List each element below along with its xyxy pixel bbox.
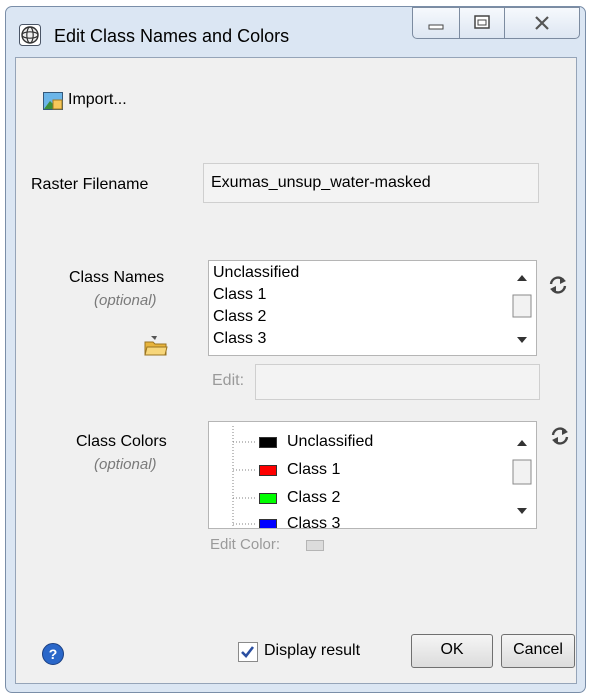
class-colors-scrollbar[interactable] (510, 422, 534, 528)
scroll-thumb[interactable] (512, 294, 532, 318)
class-name-edit-field[interactable] (255, 364, 540, 400)
class-name-item[interactable]: Class 1 (213, 285, 266, 305)
scroll-up-arrow[interactable] (517, 275, 527, 281)
class-names-label: Class Names (69, 269, 165, 286)
class-color-item[interactable]: Class 3 (287, 514, 340, 528)
class-name-item[interactable]: Unclassified (213, 263, 299, 283)
class-color-item[interactable]: Class 1 (287, 460, 340, 480)
display-result-label: Display result (264, 642, 361, 659)
color-swatch (259, 519, 277, 528)
edit-label: Edit: (212, 372, 245, 389)
edit-color-label: Edit Color: (210, 536, 281, 553)
color-swatch (259, 437, 277, 448)
class-name-item[interactable]: Class 3 (213, 329, 266, 349)
help-icon[interactable]: ? (41, 642, 65, 671)
color-swatch (259, 465, 277, 476)
scroll-down-arrow[interactable] (517, 508, 527, 514)
class-names-list[interactable]: Unclassified Class 1 Class 2 Class 3 (208, 260, 537, 356)
dialog-window: Edit Class Names and Colors Import... Ra… (5, 6, 586, 693)
scroll-thumb[interactable] (512, 459, 532, 485)
window-title: Edit Class Names and Colors (54, 26, 290, 46)
cancel-button[interactable]: Cancel (501, 634, 575, 668)
raster-filename-field: Exumas_unsup_water-masked (203, 163, 539, 203)
app-globe-icon (19, 24, 41, 46)
class-names-optional: (optional) (94, 292, 157, 309)
svg-text:?: ? (49, 646, 58, 662)
title-bar[interactable]: Edit Class Names and Colors (6, 7, 585, 63)
ok-button[interactable]: OK (411, 634, 493, 668)
import-image-icon (43, 91, 63, 116)
maximize-icon (474, 15, 490, 29)
dialog-body: Import... Raster Filename Exumas_unsup_w… (15, 57, 577, 684)
display-result-checkbox[interactable]: Display result (238, 639, 398, 665)
class-colors-optional: (optional) (94, 456, 157, 473)
class-colors-label: Class Colors (76, 433, 167, 450)
close-icon (535, 16, 549, 30)
close-button[interactable] (504, 7, 580, 39)
minimize-icon (428, 24, 444, 30)
import-button[interactable]: Import... (43, 88, 153, 114)
minimize-button[interactable] (412, 7, 460, 39)
maximize-button[interactable] (459, 7, 505, 39)
open-folder-icon[interactable] (144, 334, 168, 361)
class-color-item[interactable]: Class 2 (287, 488, 340, 508)
import-label: Import... (68, 91, 127, 108)
raster-filename-label: Raster Filename (31, 176, 149, 193)
color-swatch (259, 493, 277, 504)
scroll-up-arrow[interactable] (517, 440, 527, 446)
refresh-icon[interactable] (549, 425, 571, 452)
refresh-icon[interactable] (547, 274, 569, 301)
class-name-item[interactable]: Class 2 (213, 307, 266, 327)
class-names-scrollbar[interactable] (510, 261, 534, 355)
checkbox-checked-icon (238, 642, 258, 667)
class-color-item[interactable]: Unclassified (287, 432, 373, 452)
raster-filename-value: Exumas_unsup_water-masked (211, 174, 431, 191)
class-colors-tree[interactable]: Unclassified Class 1 Class 2 Class 3 (208, 421, 537, 529)
scroll-down-arrow[interactable] (517, 337, 527, 343)
edit-color-swatch[interactable] (306, 540, 324, 551)
